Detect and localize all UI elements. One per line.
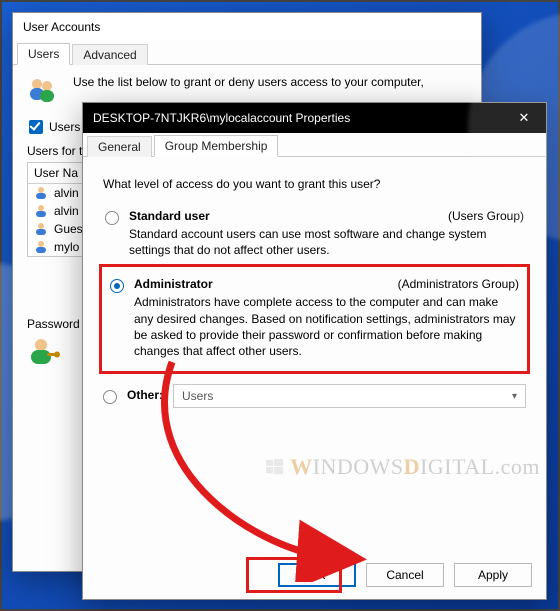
properties-window: DESKTOP-7NTJKR6\mylocalaccount Propertie…: [82, 102, 547, 600]
option-desc: Standard account users can use most soft…: [129, 226, 524, 258]
users-icon: [27, 75, 57, 106]
combo-value: Users: [182, 389, 213, 403]
child-tabs: General Group Membership: [83, 133, 546, 157]
option-label: Administrator: [134, 277, 213, 291]
access-prompt: What level of access do you want to gran…: [103, 177, 526, 191]
ok-button[interactable]: OK: [278, 563, 356, 587]
chevron-down-icon: ▾: [512, 391, 517, 402]
col-username[interactable]: User Na: [28, 163, 88, 184]
radio-admin[interactable]: [110, 279, 124, 293]
users-listview[interactable]: User Na alvin alvin Gues mylo: [27, 162, 89, 257]
tab-users[interactable]: Users: [17, 43, 70, 65]
user-row: mylo: [28, 238, 88, 256]
option-other[interactable]: Other:: [103, 388, 163, 404]
tab-advanced[interactable]: Advanced: [72, 44, 147, 65]
option-label: Other:: [127, 388, 163, 402]
tab-group-membership[interactable]: Group Membership: [154, 135, 279, 157]
properties-title-bar[interactable]: DESKTOP-7NTJKR6\mylocalaccount Propertie…: [83, 103, 546, 133]
close-icon[interactable]: ✕: [508, 110, 540, 126]
option-standard-user[interactable]: Standard user (Users Group) Standard acc…: [103, 205, 526, 262]
must-enter-checkbox[interactable]: [29, 120, 43, 134]
tab-general[interactable]: General: [87, 136, 152, 157]
user-row: Gues: [28, 220, 88, 238]
option-group: (Administrators Group): [398, 277, 519, 291]
apply-button[interactable]: Apply: [454, 563, 532, 587]
radio-other[interactable]: [103, 390, 117, 404]
highlight-admin: Administrator (Administrators Group) Adm…: [99, 264, 530, 374]
option-desc: Administrators have complete access to t…: [134, 294, 519, 359]
option-group: (Users Group): [448, 209, 524, 223]
intro-text: Use the list below to grant or deny user…: [73, 75, 424, 89]
option-label: Standard user: [129, 209, 210, 223]
user-row: alvin: [28, 202, 88, 220]
window-title: User Accounts: [23, 20, 475, 34]
user-row: alvin: [28, 184, 88, 202]
option-administrator[interactable]: Administrator (Administrators Group) Adm…: [108, 273, 521, 363]
parent-tabs: Users Advanced: [13, 41, 481, 65]
radio-standard[interactable]: [105, 211, 119, 225]
user-accounts-title-bar[interactable]: User Accounts: [13, 13, 481, 41]
dialog-buttons: OK Cancel Apply: [278, 563, 532, 587]
user-icon: [27, 354, 61, 368]
other-role-combo[interactable]: Users ▾: [173, 384, 526, 408]
window-title: DESKTOP-7NTJKR6\mylocalaccount Propertie…: [93, 111, 508, 125]
cancel-button[interactable]: Cancel: [366, 563, 444, 587]
